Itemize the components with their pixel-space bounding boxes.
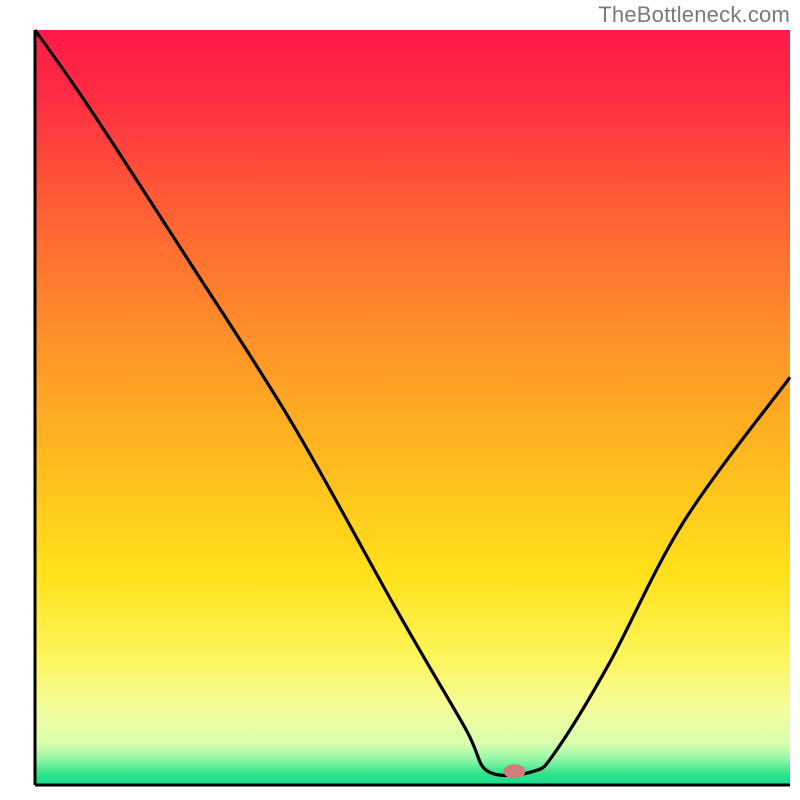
gradient-background	[35, 30, 790, 785]
optimal-marker	[503, 764, 525, 778]
chart-stage: TheBottleneck.com	[0, 0, 800, 800]
chart-svg	[0, 0, 800, 800]
